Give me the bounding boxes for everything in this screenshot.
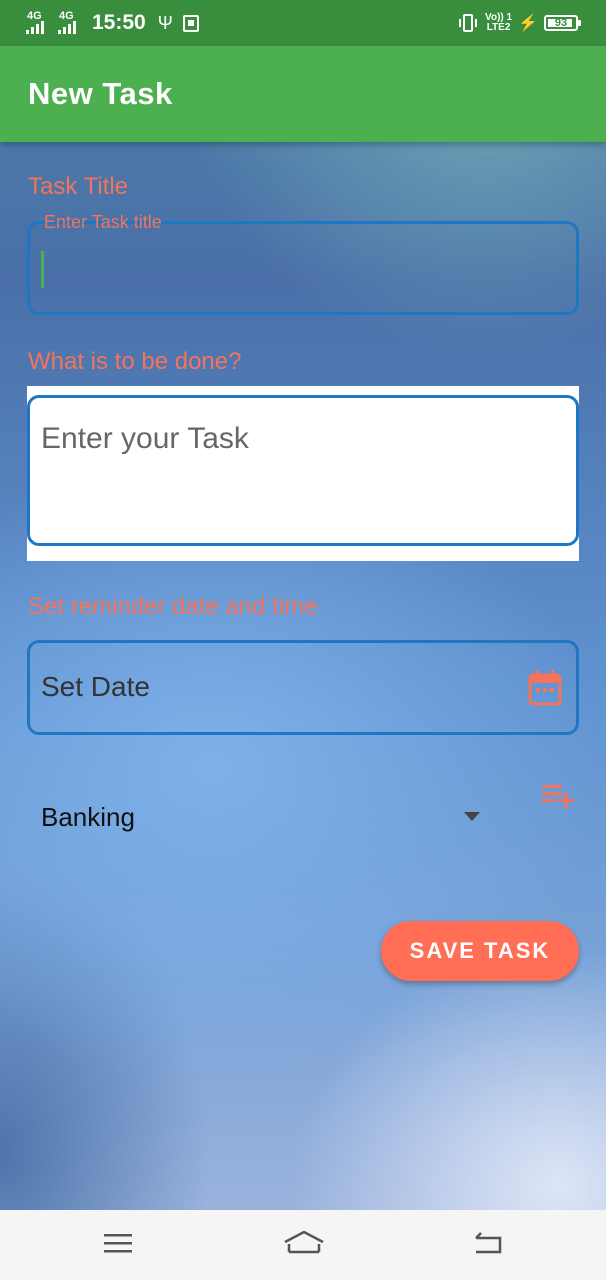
category-value: Banking <box>41 802 135 832</box>
save-task-button[interactable]: SAVE TASK <box>381 921 579 981</box>
signal-icon: 4G <box>58 10 86 36</box>
signal-icon: 4G <box>26 10 54 36</box>
battery-icon: 93 <box>544 15 581 31</box>
volte-indicator: Vo)) 1 LTE2 <box>485 13 512 33</box>
date-placeholder: Set Date <box>41 671 150 702</box>
task-title-floating-label: Enter Task title <box>44 212 162 232</box>
status-bar: 4G 4G 15:50 Ψ Vo)) 1 LTE2 ⚡ 93 <box>0 0 606 46</box>
task-input-container: Enter your Task <box>27 386 579 561</box>
battery-percent: 93 <box>554 17 568 29</box>
calendar-icon[interactable] <box>528 670 562 706</box>
set-date-field[interactable]: Set Date <box>27 640 579 735</box>
task-title-input[interactable]: Enter Task title <box>27 212 579 315</box>
task-title-label: Task Title <box>28 173 129 200</box>
menu-icon[interactable] <box>104 1230 134 1256</box>
text-cursor <box>41 251 44 288</box>
navigation-bar <box>0 1210 606 1280</box>
vibrate-icon <box>459 14 478 32</box>
category-dropdown[interactable]: Banking <box>28 790 494 850</box>
volte-line-2: LTE2 <box>486 22 511 33</box>
playlist-add-icon[interactable] <box>540 782 576 810</box>
app-bar: New Task <box>0 46 606 142</box>
task-label: What is to be done? <box>28 348 242 375</box>
home-icon[interactable] <box>283 1230 325 1260</box>
sd-card-icon <box>182 14 199 32</box>
charging-icon: ⚡ <box>518 15 538 32</box>
status-time: 15:50 <box>92 11 146 34</box>
page-title: New Task <box>28 76 173 111</box>
usb-icon: Ψ <box>157 12 173 33</box>
task-input[interactable]: Enter your Task <box>27 395 579 546</box>
back-icon[interactable] <box>472 1230 504 1258</box>
task-placeholder: Enter your Task <box>41 422 249 455</box>
reminder-label: Set reminder date and time <box>28 593 318 620</box>
dropdown-arrow-icon <box>464 812 480 821</box>
